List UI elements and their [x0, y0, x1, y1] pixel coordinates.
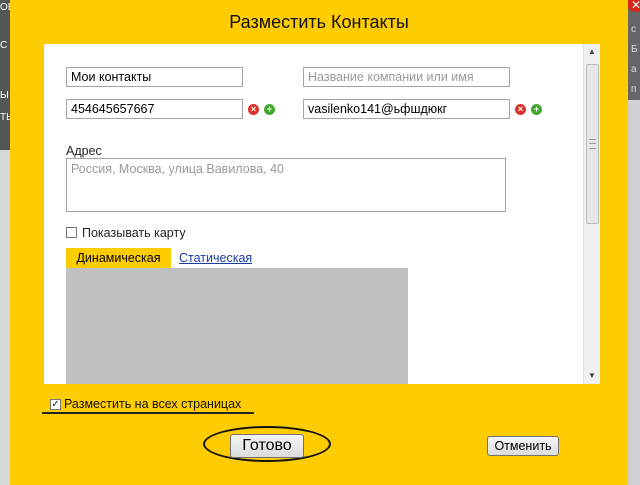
scrollbar-thumb[interactable]: [586, 64, 599, 224]
all-pages-label: Разместить на всех страницах: [64, 397, 242, 411]
background-text: Ы: [0, 90, 9, 101]
scroll-down-arrow-icon[interactable]: ▼: [584, 368, 600, 384]
background-page-left: ОВ С Ы ТЬ: [0, 0, 14, 485]
address-input[interactable]: [66, 158, 506, 212]
background-text: Б: [631, 44, 638, 55]
tab-dynamic[interactable]: Динамическая: [66, 248, 171, 268]
all-pages-checkbox[interactable]: ✓: [50, 399, 61, 410]
tab-static[interactable]: Статическая: [179, 248, 252, 268]
address-label: Адрес: [66, 144, 102, 158]
background-text: С: [0, 40, 8, 51]
annotation-underline: [42, 412, 254, 414]
background-page-right: с Б а п: [628, 0, 640, 485]
background-text: с: [631, 24, 636, 35]
email-input[interactable]: [303, 99, 510, 119]
place-contacts-dialog: Разместить Контакты × + × + Адрес Показы…: [10, 0, 628, 485]
add-email-icon[interactable]: +: [531, 104, 542, 115]
content-scrollbar[interactable]: ▲ ▼: [583, 44, 600, 384]
show-map-checkbox[interactable]: [66, 227, 77, 238]
phone-input[interactable]: [66, 99, 243, 119]
add-phone-icon[interactable]: +: [264, 104, 275, 115]
remove-phone-icon[interactable]: ×: [248, 104, 259, 115]
show-map-label: Показывать карту: [82, 226, 186, 240]
background-text: а: [631, 64, 637, 75]
contacts-name-input[interactable]: [66, 67, 243, 87]
dialog-content: × + × + Адрес Показывать карту Динамичес…: [44, 44, 600, 384]
dialog-title: Разместить Контакты: [229, 12, 409, 32]
grip-icon: [589, 139, 596, 149]
background-text: п: [631, 84, 637, 95]
map-preview: [66, 268, 408, 384]
scroll-up-arrow-icon[interactable]: ▲: [584, 44, 600, 60]
remove-email-icon[interactable]: ×: [515, 104, 526, 115]
company-name-input[interactable]: [303, 67, 510, 87]
done-button[interactable]: Готово: [230, 434, 304, 458]
cancel-button[interactable]: Отменить: [487, 436, 559, 456]
